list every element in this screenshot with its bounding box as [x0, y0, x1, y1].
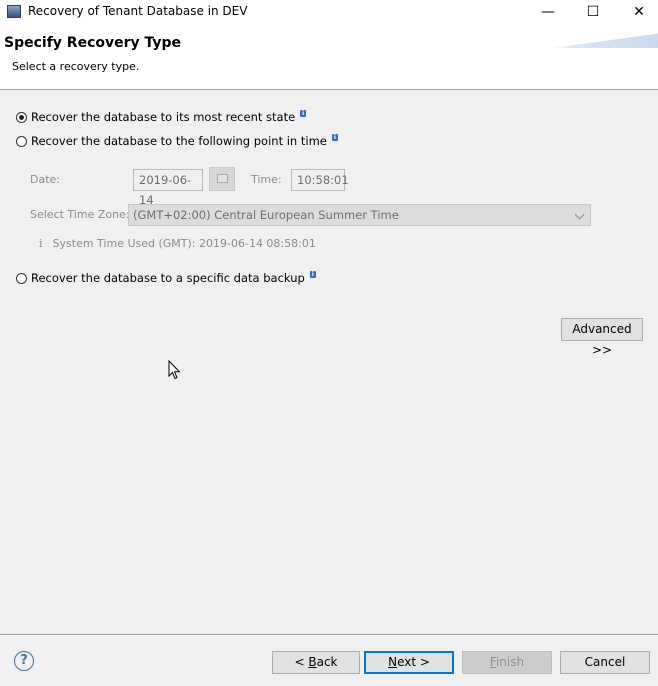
next-button-mnemonic: N: [388, 655, 398, 669]
calendar-icon: [217, 174, 228, 183]
time-field[interactable]: 10:58:01: [291, 169, 349, 191]
option-most-recent[interactable]: Recover the database to its most recent …: [16, 109, 307, 124]
system-time-info: i System Time Used (GMT): 2019-06-14 08:…: [39, 237, 316, 250]
radio-point-in-time[interactable]: [16, 135, 27, 147]
minimize-button[interactable]: —: [525, 0, 571, 24]
system-time-text: System Time Used (GMT): 2019-06-14 08:58…: [52, 237, 316, 250]
next-button[interactable]: Next >: [364, 651, 454, 674]
timezone-value: (GMT+02:00) Central European Summer Time: [133, 208, 399, 222]
option-point-in-time-label[interactable]: Recover the database to the following po…: [31, 134, 327, 148]
time-label: Time:: [251, 173, 282, 186]
cancel-button[interactable]: Cancel: [560, 651, 650, 674]
page-title: Specify Recovery Type: [4, 35, 182, 51]
back-button-label: ack: [316, 655, 338, 669]
finish-button[interactable]: Finish: [462, 651, 552, 674]
timezone-label: Select Time Zone:: [30, 208, 130, 221]
next-button-label: ext >: [397, 655, 430, 669]
chevron-down-icon: [574, 209, 585, 220]
info-icon[interactable]: i: [309, 270, 316, 278]
date-field[interactable]: 2019-06-14: [133, 169, 203, 207]
option-point-in-time[interactable]: Recover the database to the following po…: [16, 133, 338, 148]
finish-button-label: inish: [495, 655, 525, 669]
back-button-mnemonic: B: [308, 655, 317, 669]
info-icon: i: [39, 237, 43, 250]
advanced-button[interactable]: Advanced >>: [561, 318, 643, 357]
back-button[interactable]: < Back: [272, 651, 360, 674]
close-button[interactable]: ✕: [616, 0, 658, 24]
back-button-prefix: <: [294, 655, 309, 669]
mouse-cursor-icon: [168, 360, 181, 380]
calendar-button[interactable]: [209, 167, 235, 191]
maximize-button[interactable]: ☐: [570, 0, 616, 24]
window-title: Recovery of Tenant Database in DEV: [28, 4, 248, 18]
radio-data-backup[interactable]: [16, 272, 27, 284]
option-most-recent-label[interactable]: Recover the database to its most recent …: [31, 110, 295, 124]
header-banner-graphic: [553, 33, 658, 48]
info-icon[interactable]: i: [300, 109, 307, 117]
info-icon[interactable]: i: [331, 133, 338, 141]
footer-separator: [0, 634, 658, 636]
date-label: Date:: [30, 173, 60, 186]
page-subtitle: Select a recovery type.: [12, 60, 140, 73]
help-icon[interactable]: ?: [14, 651, 34, 671]
timezone-select[interactable]: (GMT+02:00) Central European Summer Time: [128, 204, 591, 226]
radio-most-recent[interactable]: [16, 111, 27, 123]
title-bar: Recovery of Tenant Database in DEV — ☐ ✕: [0, 0, 658, 24]
option-data-backup-label[interactable]: Recover the database to a specific data …: [31, 271, 305, 285]
option-data-backup[interactable]: Recover the database to a specific data …: [16, 270, 316, 285]
wizard-header: Specify Recovery Type Select a recovery …: [0, 24, 658, 90]
app-icon: [7, 5, 21, 18]
